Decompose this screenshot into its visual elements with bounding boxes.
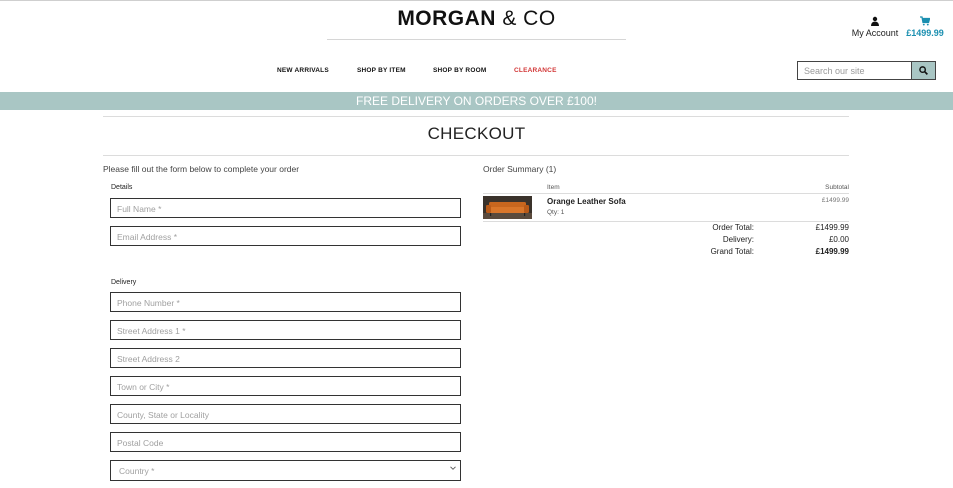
search-icon — [919, 66, 928, 75]
my-account-link[interactable]: My Account — [848, 16, 902, 38]
my-account-label: My Account — [851, 28, 899, 38]
order-total-value: £1499.99 — [815, 223, 849, 232]
phone-field — [110, 292, 461, 312]
street-address-2-field — [110, 348, 461, 368]
order-summary-title: Order Summary (1) — [483, 164, 557, 174]
town-input[interactable] — [111, 378, 460, 396]
street-address-2-input[interactable] — [111, 350, 460, 368]
product-subtotal: £1499.99 — [821, 197, 849, 204]
delivery-cost-label: Delivery: — [722, 235, 754, 244]
nav-new-arrivals[interactable]: NEW ARRIVALS — [277, 67, 329, 74]
street-address-1-input[interactable] — [111, 322, 460, 340]
subtotal-column-header: Subtotal — [825, 184, 849, 191]
search-box — [797, 61, 936, 80]
title-top-divider — [103, 116, 849, 117]
order-total-label: Order Total: — [712, 223, 754, 232]
postal-code-field — [110, 432, 461, 452]
user-icon — [871, 16, 879, 26]
product-thumbnail[interactable] — [483, 196, 532, 219]
logo-divider — [327, 39, 626, 40]
email-input[interactable] — [111, 228, 460, 246]
brand-name: MORGAN — [397, 7, 496, 30]
delivery-cost-value: £0.00 — [828, 235, 849, 244]
full-name-field — [110, 198, 461, 218]
form-intro: Please fill out the form below to comple… — [103, 164, 300, 174]
details-label: Details — [111, 184, 133, 191]
town-field — [110, 376, 461, 396]
chevron-down-icon — [450, 466, 456, 470]
product-name[interactable]: Orange Leather Sofa — [547, 197, 626, 206]
nav-shop-by-room[interactable]: SHOP BY ROOM — [433, 67, 486, 74]
grand-total-label: Grand Total: — [710, 247, 754, 256]
top-border — [0, 0, 953, 3]
delivery-label: Delivery — [111, 279, 137, 286]
item-column-header: Item — [547, 184, 560, 191]
search-input[interactable] — [798, 62, 912, 79]
country-select[interactable]: Country * — [110, 460, 461, 481]
email-field — [110, 226, 461, 246]
grand-total-value: £1499.99 — [815, 247, 849, 256]
product-qty: Qty: 1 — [547, 209, 565, 216]
cart-link[interactable]: £1499.99 — [905, 16, 945, 38]
county-input[interactable] — [111, 406, 460, 424]
county-field — [110, 404, 461, 424]
postal-code-input[interactable] — [111, 434, 460, 452]
country-select-placeholder: Country * — [119, 466, 155, 476]
page-title: CHECKOUT — [427, 124, 526, 143]
nav-shop-by-item[interactable]: SHOP BY ITEM — [357, 67, 406, 74]
sofa-image — [483, 196, 532, 219]
cart-icon — [920, 16, 930, 26]
street-address-1-field — [110, 320, 461, 340]
brand-logo[interactable]: MORGAN & CO — [0, 7, 953, 31]
summary-header-divider — [483, 193, 849, 194]
cart-total: £1499.99 — [906, 28, 944, 38]
summary-items-divider — [483, 221, 849, 222]
brand-suffix: & CO — [502, 7, 556, 30]
search-button[interactable] — [911, 62, 935, 79]
delivery-banner: FREE DELIVERY ON ORDERS OVER £100! — [0, 92, 953, 110]
nav-clearance[interactable]: CLEARANCE — [514, 67, 557, 74]
title-bottom-divider — [103, 155, 849, 156]
phone-input[interactable] — [111, 294, 460, 312]
full-name-input[interactable] — [111, 200, 460, 218]
